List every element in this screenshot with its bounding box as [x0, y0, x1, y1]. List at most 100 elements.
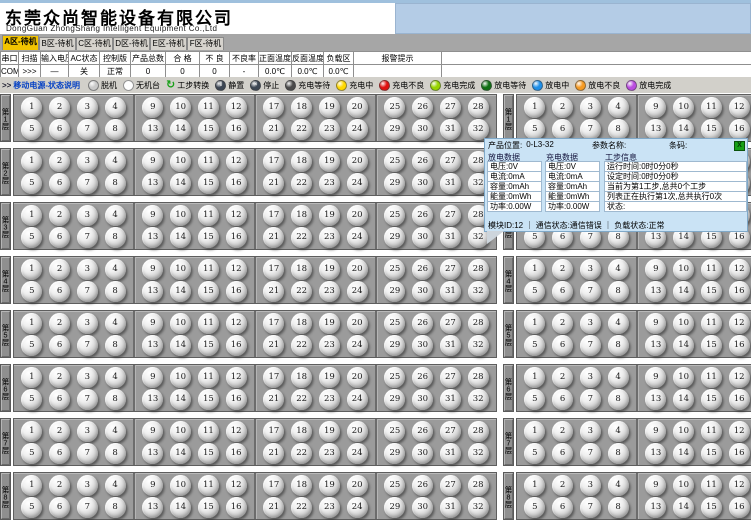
cell-button[interactable]: 2 — [552, 97, 573, 118]
cell-button[interactable]: 11 — [701, 259, 722, 280]
cell-button[interactable]: 30 — [412, 227, 433, 248]
cell-button[interactable]: 11 — [198, 367, 219, 388]
cell-button[interactable]: 8 — [105, 227, 126, 248]
cell-button[interactable]: 27 — [440, 205, 461, 226]
cell-button[interactable]: 12 — [729, 421, 750, 442]
cell-button[interactable]: 5 — [21, 389, 42, 410]
cell-button[interactable]: 15 — [198, 389, 219, 410]
cell-button[interactable]: 5 — [21, 443, 42, 464]
cell-button[interactable]: 21 — [263, 227, 284, 248]
cell-button[interactable]: 29 — [384, 335, 405, 356]
cell-button[interactable]: 31 — [440, 173, 461, 194]
cell-button[interactable]: 3 — [77, 421, 98, 442]
cell-button[interactable]: 3 — [580, 259, 601, 280]
cell-button[interactable]: 17 — [263, 475, 284, 496]
cell-button[interactable]: 15 — [198, 335, 219, 356]
cell-button[interactable]: 16 — [226, 497, 247, 518]
cell-button[interactable]: 28 — [468, 421, 489, 442]
tab-zone-f[interactable]: F区-待机 — [187, 37, 224, 50]
cell-button[interactable]: 19 — [319, 367, 340, 388]
cell-button[interactable]: 13 — [142, 497, 163, 518]
cell-button[interactable]: 18 — [291, 367, 312, 388]
cell-button[interactable]: 31 — [440, 119, 461, 140]
cell-button[interactable]: 7 — [77, 173, 98, 194]
cell-button[interactable]: 25 — [384, 475, 405, 496]
cell-button[interactable]: 10 — [673, 475, 694, 496]
cell-button[interactable]: 12 — [226, 205, 247, 226]
cell-button[interactable]: 13 — [142, 119, 163, 140]
cell-button[interactable]: 20 — [347, 151, 368, 172]
cell-button[interactable]: 6 — [49, 227, 70, 248]
cell-button[interactable]: 21 — [263, 119, 284, 140]
cell-button[interactable]: 5 — [524, 497, 545, 518]
cell-button[interactable]: 6 — [49, 443, 70, 464]
cell-button[interactable]: 10 — [170, 313, 191, 334]
cell-button[interactable]: 23 — [319, 443, 340, 464]
cell-button[interactable]: 10 — [170, 259, 191, 280]
cell-button[interactable]: 16 — [729, 389, 750, 410]
cell-button[interactable]: 28 — [468, 367, 489, 388]
cell-button[interactable]: 23 — [319, 389, 340, 410]
cell-button[interactable]: 21 — [263, 389, 284, 410]
cell-button[interactable]: 18 — [291, 475, 312, 496]
cell-button[interactable]: 22 — [291, 173, 312, 194]
cell-button[interactable]: 18 — [291, 151, 312, 172]
cell-button[interactable]: 8 — [105, 443, 126, 464]
cell-button[interactable]: 17 — [263, 421, 284, 442]
cell-button[interactable]: 15 — [701, 281, 722, 302]
cell-button[interactable]: 14 — [170, 227, 191, 248]
cell-button[interactable]: 15 — [701, 119, 722, 140]
cell-button[interactable]: 18 — [291, 421, 312, 442]
cell-button[interactable]: 32 — [468, 281, 489, 302]
cell-button[interactable]: 15 — [198, 173, 219, 194]
cell-button[interactable]: 15 — [198, 119, 219, 140]
cell-button[interactable]: 14 — [673, 443, 694, 464]
cell-button[interactable]: 9 — [142, 97, 163, 118]
cell-button[interactable]: 7 — [580, 281, 601, 302]
cell-button[interactable]: 2 — [49, 97, 70, 118]
cell-button[interactable]: 3 — [580, 475, 601, 496]
cell-button[interactable]: 32 — [468, 389, 489, 410]
cell-button[interactable]: 1 — [21, 97, 42, 118]
cell-button[interactable]: 28 — [468, 259, 489, 280]
tab-zone-d[interactable]: D区-待机 — [113, 37, 150, 50]
cell-button[interactable]: 9 — [645, 97, 666, 118]
cell-button[interactable]: 13 — [645, 443, 666, 464]
cell-button[interactable]: 10 — [170, 475, 191, 496]
cell-button[interactable]: 13 — [142, 443, 163, 464]
cell-button[interactable]: 11 — [701, 475, 722, 496]
tab-zone-c[interactable]: C区-待机 — [76, 37, 113, 50]
cell-button[interactable]: 29 — [384, 227, 405, 248]
cell-button[interactable]: 7 — [580, 335, 601, 356]
cell-button[interactable]: 21 — [263, 173, 284, 194]
cell-button[interactable]: 7 — [77, 443, 98, 464]
cell-button[interactable]: 22 — [291, 119, 312, 140]
cell-button[interactable]: 6 — [552, 119, 573, 140]
cell-button[interactable]: 10 — [673, 367, 694, 388]
cell-button[interactable]: 13 — [645, 497, 666, 518]
cell-button[interactable]: 13 — [142, 173, 163, 194]
cell-button[interactable]: 14 — [170, 497, 191, 518]
cell-button[interactable]: 9 — [645, 421, 666, 442]
cell-button[interactable]: 1 — [524, 367, 545, 388]
cell-button[interactable]: 14 — [673, 497, 694, 518]
cell-button[interactable]: 4 — [105, 367, 126, 388]
cell-button[interactable]: 12 — [226, 475, 247, 496]
cell-button[interactable]: 27 — [440, 97, 461, 118]
cell-button[interactable]: 16 — [729, 281, 750, 302]
cell-button[interactable]: 31 — [440, 227, 461, 248]
cell-button[interactable]: 14 — [673, 335, 694, 356]
cell-button[interactable]: 6 — [552, 335, 573, 356]
cell-button[interactable]: 16 — [226, 227, 247, 248]
cell-button[interactable]: 28 — [468, 313, 489, 334]
cell-button[interactable]: 1 — [21, 475, 42, 496]
cell-button[interactable]: 5 — [524, 281, 545, 302]
cell-button[interactable]: 14 — [170, 389, 191, 410]
cell-button[interactable]: 17 — [263, 259, 284, 280]
cell-button[interactable]: 8 — [105, 497, 126, 518]
cell-button[interactable]: 9 — [645, 475, 666, 496]
cell-button[interactable]: 7 — [77, 281, 98, 302]
cell-button[interactable]: 24 — [347, 497, 368, 518]
cell-button[interactable]: 13 — [645, 281, 666, 302]
cell-button[interactable]: 15 — [701, 335, 722, 356]
